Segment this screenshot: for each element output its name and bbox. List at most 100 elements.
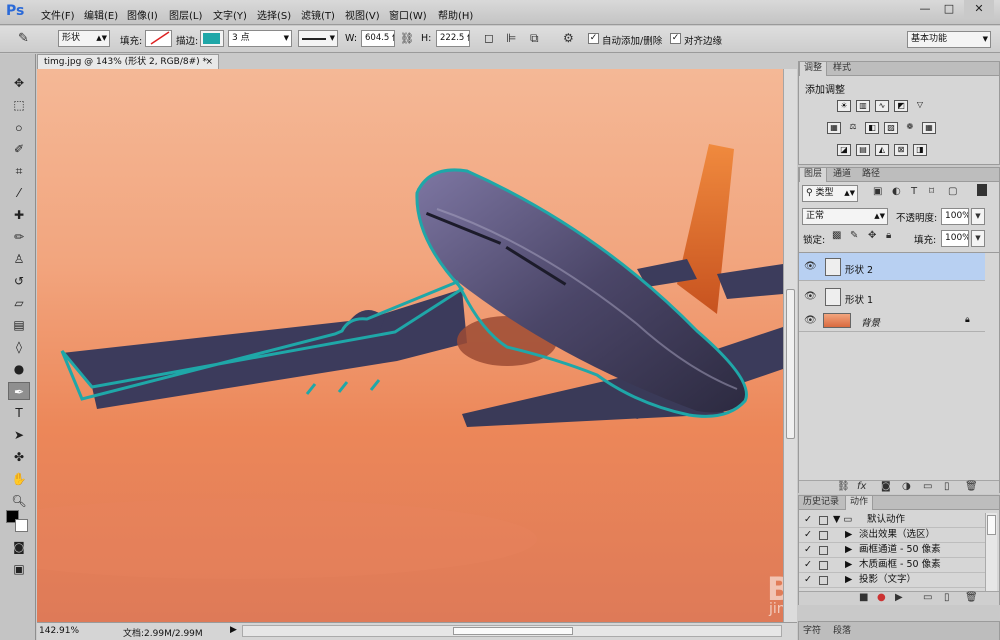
horizontal-scrollbar-thumb[interactable]: [453, 627, 573, 635]
menu-view[interactable]: 视图(V): [345, 7, 380, 22]
eyedropper-tool-icon[interactable]: ⁄: [8, 184, 30, 202]
path-select-tool-icon[interactable]: ➤: [8, 426, 30, 444]
tab-layers[interactable]: 图层: [799, 168, 828, 182]
layer-name[interactable]: 形状 2: [845, 262, 873, 276]
menu-help[interactable]: 帮助(H): [438, 7, 473, 22]
background-color-swatch[interactable]: [15, 519, 28, 532]
layer-filter-dropdown[interactable]: ⚲ 类型 ▲▼: [802, 185, 858, 202]
dodge-tool-icon[interactable]: ●: [8, 360, 30, 378]
close-button[interactable]: ✕: [964, 0, 994, 18]
tab-paragraph[interactable]: 段落: [829, 625, 855, 639]
minimize-button[interactable]: —: [914, 0, 936, 18]
path-operations-icon[interactable]: ◻: [484, 31, 494, 45]
width-field[interactable]: 604.5 像: [361, 30, 395, 47]
zoom-tool-icon[interactable]: 🔍︎: [8, 492, 30, 510]
lock-pixels-icon[interactable]: ✎: [850, 230, 858, 241]
lock-all-icon[interactable]: 🔒︎: [886, 230, 891, 241]
lock-transparency-icon[interactable]: ▩: [832, 230, 841, 241]
menu-select[interactable]: 选择(S): [257, 7, 291, 22]
lasso-tool-icon[interactable]: ဝ: [8, 118, 30, 136]
gradient-map-icon[interactable]: ⊠: [894, 144, 908, 156]
zoom-level[interactable]: 142.91%: [39, 626, 79, 636]
align-edges-checkbox[interactable]: ✓: [670, 33, 681, 44]
vibrance-icon[interactable]: ▽: [913, 100, 927, 112]
custom-shape-tool-icon[interactable]: ✤: [8, 448, 30, 466]
status-menu-arrow-icon[interactable]: ▶: [230, 625, 237, 635]
new-group-icon[interactable]: ▭: [923, 481, 932, 492]
stop-icon[interactable]: ■: [859, 592, 868, 603]
color-lookup-icon[interactable]: ▦: [922, 122, 936, 134]
filter-shape-icon[interactable]: ⌑: [929, 186, 934, 197]
tab-character[interactable]: 字符: [799, 625, 825, 639]
marquee-tool-icon[interactable]: ⬚: [8, 96, 30, 114]
opacity-field[interactable]: 100%: [941, 208, 969, 225]
layer-name[interactable]: 形状 1: [845, 292, 873, 306]
stroke-swatch[interactable]: [200, 30, 224, 47]
exposure-icon[interactable]: ◩: [894, 100, 908, 112]
path-arrangement-icon[interactable]: ⧉: [530, 31, 539, 46]
maximize-button[interactable]: □: [938, 0, 960, 18]
visibility-eye-icon[interactable]: 👁︎: [804, 315, 817, 326]
add-mask-icon[interactable]: ◙: [881, 481, 891, 492]
delete-layer-icon[interactable]: 🗑︎: [965, 481, 978, 492]
action-row[interactable]: ✓ ▶ 画框通道 - 50 像素: [799, 543, 985, 558]
crop-tool-icon[interactable]: ⌗: [8, 162, 30, 180]
curves-icon[interactable]: ∿: [875, 100, 889, 112]
menu-edit[interactable]: 编辑(E): [84, 7, 118, 22]
threshold-icon[interactable]: ◭: [875, 144, 889, 156]
vertical-scrollbar[interactable]: [783, 69, 797, 622]
tab-actions[interactable]: 动作: [845, 496, 874, 510]
photo-filter-icon[interactable]: ▨: [884, 122, 898, 134]
hand-tool-icon[interactable]: ✋: [8, 470, 30, 488]
delete-action-icon[interactable]: 🗑︎: [965, 592, 978, 603]
tab-paths[interactable]: 路径: [858, 168, 884, 182]
pen-tool-icon[interactable]: ✎: [18, 31, 29, 46]
blend-mode-dropdown[interactable]: 正常 ▲▼: [802, 208, 888, 225]
clone-stamp-tool-icon[interactable]: ♙: [8, 250, 30, 268]
healing-brush-tool-icon[interactable]: ✚: [8, 206, 30, 224]
filter-smart-object-icon[interactable]: ▢: [948, 186, 957, 197]
visibility-eye-icon[interactable]: 👁︎: [804, 261, 817, 272]
quick-select-tool-icon[interactable]: ✐: [8, 140, 30, 158]
menu-image[interactable]: 图像(I): [127, 7, 158, 22]
levels-icon[interactable]: ▥: [856, 100, 870, 112]
eraser-tool-icon[interactable]: ▱: [8, 294, 30, 312]
action-row[interactable]: ✓ ▶ 投影（文字）: [799, 573, 985, 588]
gradient-tool-icon[interactable]: ▤: [8, 316, 30, 334]
layer-row-shape-1[interactable]: 👁︎ 形状 1: [799, 283, 985, 311]
link-icon[interactable]: ⛓: [400, 32, 414, 45]
screen-mode-icon[interactable]: ▣: [8, 560, 30, 578]
fill-swatch[interactable]: [145, 30, 172, 47]
layer-style-icon[interactable]: fx: [857, 481, 866, 492]
menu-filter[interactable]: 滤镜(T): [301, 7, 335, 22]
filter-toggle-icon[interactable]: [977, 184, 987, 196]
action-row[interactable]: ✓ ▶ 淡出效果（选区）: [799, 528, 985, 543]
mode-dropdown[interactable]: 形状 ▲▼: [58, 30, 110, 47]
selective-color-icon[interactable]: ◨: [913, 144, 927, 156]
workspace-dropdown[interactable]: 基本功能 ▼: [907, 31, 991, 48]
new-action-icon[interactable]: ▯: [944, 592, 950, 603]
document-tab[interactable]: timg.jpg @ 143% (形状 2, RGB/8#) * ×: [37, 54, 219, 69]
new-set-icon[interactable]: ▭: [923, 592, 932, 603]
color-balance-icon[interactable]: ⚖: [846, 122, 860, 134]
posterize-icon[interactable]: ▤: [856, 144, 870, 156]
filter-adjustment-icon[interactable]: ◐: [892, 186, 901, 197]
tab-channels[interactable]: 通道: [829, 168, 855, 182]
stroke-type-dropdown[interactable]: ▼: [298, 30, 338, 47]
move-tool-icon[interactable]: ✥: [8, 74, 30, 92]
link-layers-icon[interactable]: ⛓: [837, 481, 850, 492]
brush-tool-icon[interactable]: ✏: [8, 228, 30, 246]
height-field[interactable]: 222.5 像: [436, 30, 470, 47]
layer-row-background[interactable]: 👁︎ 背景 🔒︎: [799, 310, 985, 332]
play-icon[interactable]: ▶: [895, 592, 903, 603]
hue-saturation-icon[interactable]: ▦: [827, 122, 841, 134]
document-canvas[interactable]: Baidu 经验 jingyan.baidu.com: [37, 69, 783, 622]
record-icon[interactable]: ●: [877, 592, 886, 603]
invert-icon[interactable]: ◪: [837, 144, 851, 156]
tab-history[interactable]: 历史记录: [799, 496, 843, 510]
layer-name[interactable]: 背景: [861, 315, 880, 329]
menu-file[interactable]: 文件(F): [41, 7, 75, 22]
menu-layer[interactable]: 图层(L): [169, 7, 202, 22]
gear-icon[interactable]: ⚙: [563, 31, 574, 45]
history-brush-tool-icon[interactable]: ↺: [8, 272, 30, 290]
